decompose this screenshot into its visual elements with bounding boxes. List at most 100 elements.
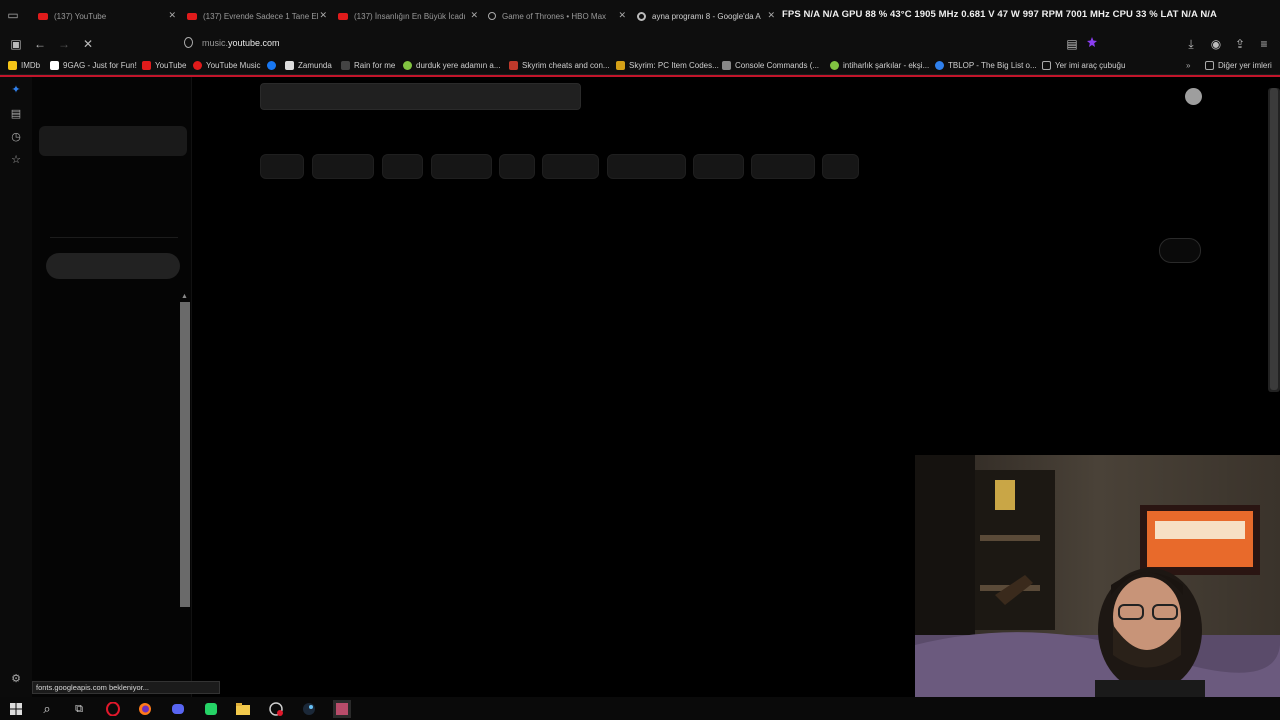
zamunda-icon [285, 61, 294, 70]
back-icon[interactable]: ← [32, 36, 48, 52]
whatsapp-icon[interactable] [202, 700, 220, 718]
sidebar-scrollbar[interactable]: ▲ [179, 293, 191, 608]
status-bubble: fonts.googleapis.com bekleniyor... [32, 681, 220, 694]
bookmark-youtube-music[interactable]: YouTube Music [193, 59, 261, 72]
youtube-icon [142, 61, 151, 70]
9gag-icon [50, 61, 59, 70]
news-icon[interactable]: ▤ [9, 107, 23, 121]
youtube-icon [187, 12, 197, 20]
chip-skeleton [382, 154, 423, 179]
bookmark-other[interactable]: Diğer yer imleri [1205, 59, 1272, 72]
hardware-monitor-overlay: FPS N/A N/A GPU 88 % 43°C 1905 MHz 0.681… [782, 9, 1218, 20]
tab-menu-icon[interactable]: ▭ [6, 8, 20, 22]
youtube-icon [38, 12, 48, 20]
bookmark-skyrim-cheats[interactable]: Skyrim cheats and con... [509, 59, 610, 72]
button-skeleton [1159, 238, 1201, 263]
bookmark-eksi-2[interactable]: intiharlık şarkılar - ekşi... [830, 59, 929, 72]
tab-youtube[interactable]: (137) YouTube ✕ [38, 6, 176, 26]
bookmark-folder-toolbar[interactable]: Yer imi araç çubuğu [1042, 59, 1125, 72]
stop-loading-icon[interactable]: ✕ [80, 36, 96, 52]
discord-icon[interactable] [169, 700, 187, 718]
tab-strip: ▭ (137) YouTube ✕ (137) Evrende Sadece 1… [0, 0, 1280, 31]
extension-icon[interactable] [1084, 36, 1100, 52]
chip-skeleton [751, 154, 815, 179]
sidebar-scroll-thumb[interactable] [180, 302, 190, 607]
chip-skeleton [431, 154, 492, 179]
aria-icon[interactable]: ✦ [9, 83, 23, 97]
chip-skeleton [260, 154, 304, 179]
page-scrollbar[interactable] [1268, 88, 1280, 392]
close-tab-icon[interactable]: ✕ [767, 10, 775, 21]
tblop-icon [935, 61, 944, 70]
globe-icon [488, 12, 496, 20]
tab-insanligin[interactable]: (137) İnsanlığın En Büyük İcadı ✕ [338, 6, 478, 26]
forward-icon[interactable]: → [56, 36, 72, 52]
menu-icon[interactable]: ≡ [1256, 36, 1272, 52]
sidebar-skeleton-pill [46, 253, 180, 279]
imdb-icon [8, 61, 17, 70]
ytmusic-sidebar-skeleton [32, 77, 192, 697]
chip-skeleton [693, 154, 744, 179]
eksi-icon [403, 61, 412, 70]
folder-icon [1205, 61, 1214, 70]
tab-hbo-max[interactable]: Game of Thrones • HBO Max ✕ [488, 6, 626, 26]
bookmark-tblop[interactable]: TBLOP - The Big List o... [935, 59, 1037, 72]
windows-taskbar: ⌕ ⧉ [0, 697, 1280, 720]
google-icon [637, 11, 646, 21]
close-tab-icon[interactable]: ✕ [470, 10, 478, 21]
file-explorer-icon[interactable] [234, 700, 252, 718]
address-bar[interactable]: music.youtube.com [176, 33, 1106, 54]
url-text: music.youtube.com [202, 38, 280, 48]
page-scroll-thumb[interactable] [1270, 88, 1278, 390]
browser-side-rail: ✦ ▤ ◷ ☆ [0, 77, 32, 697]
pcgamer-icon [509, 61, 518, 70]
sidebar-skeleton-block [39, 126, 187, 156]
close-tab-icon[interactable]: ✕ [319, 10, 327, 21]
bookmarks-star-icon[interactable]: ☆ [9, 153, 23, 167]
search-bar-skeleton[interactable] [260, 83, 581, 110]
bookmark-youtube[interactable]: YouTube [142, 59, 186, 72]
windows-start-icon[interactable] [7, 700, 25, 718]
close-tab-icon[interactable]: ✕ [168, 10, 176, 21]
bookmark-9gag[interactable]: 9GAG - Just for Fun! [50, 59, 137, 72]
history-icon[interactable]: ◷ [9, 130, 23, 144]
settings-gear-icon[interactable]: ⚙ [9, 672, 23, 686]
share-icon[interactable]: ⇪ [1232, 36, 1248, 52]
bookmark-imdb[interactable]: IMDb [8, 59, 40, 72]
download-icon[interactable]: ⤓ [1183, 36, 1199, 52]
clock-app-icon[interactable] [267, 700, 285, 718]
task-view-icon[interactable]: ⧉ [70, 700, 88, 718]
chip-skeleton [822, 154, 859, 179]
bookmark-rain-for-me[interactable]: Rain for me [341, 59, 395, 72]
bookmarks-bar: IMDb 9GAG - Just for Fun! YouTube YouTub… [0, 56, 1280, 75]
site-info-icon[interactable] [184, 37, 193, 48]
eksi-icon [830, 61, 839, 70]
scroll-up-icon[interactable]: ▲ [181, 293, 188, 300]
bookmark-console-commands[interactable]: Console Commands (... [722, 59, 819, 72]
skyrim-icon [616, 61, 625, 70]
bookmark-skyrim-codes[interactable]: Skyrim: PC Item Codes... [616, 59, 719, 72]
chip-skeleton [607, 154, 686, 179]
tab-google-search[interactable]: ayna programı 8 - Google'da A ✕ [637, 6, 775, 26]
bookmark-zamunda[interactable]: Zamunda [285, 59, 332, 72]
firefox-icon[interactable] [136, 700, 154, 718]
snapshot-icon[interactable]: ▤ [1064, 36, 1080, 52]
folder-icon [1042, 61, 1051, 70]
bookmark-facebook[interactable] [267, 59, 280, 72]
webcam-feed-image [915, 455, 1280, 720]
close-tab-icon[interactable]: ✕ [618, 10, 626, 21]
steam-icon[interactable] [300, 700, 318, 718]
chip-skeleton [499, 154, 535, 179]
bookmark-eksi-1[interactable]: durduk yere adamın a... [403, 59, 501, 72]
facebook-icon [267, 61, 276, 70]
obs-app-icon[interactable] [333, 700, 351, 718]
bookmarks-overflow-icon[interactable]: » [1186, 59, 1190, 72]
search-icon[interactable]: ⌕ [38, 700, 56, 718]
tab-evrende[interactable]: (137) Evrende Sadece 1 Tane El ✕ [187, 6, 327, 26]
avatar[interactable] [1185, 88, 1202, 105]
webcam-overlay [915, 455, 1280, 720]
profile-icon[interactable]: ◉ [1208, 36, 1224, 52]
navigation-bar: ▣ ← → ✕ music.youtube.com ▤ ⤓ ◉ ⇪ ≡ [0, 31, 1280, 56]
opera-icon[interactable] [104, 700, 122, 718]
sidebar-toggle-icon[interactable]: ▣ [8, 36, 24, 52]
